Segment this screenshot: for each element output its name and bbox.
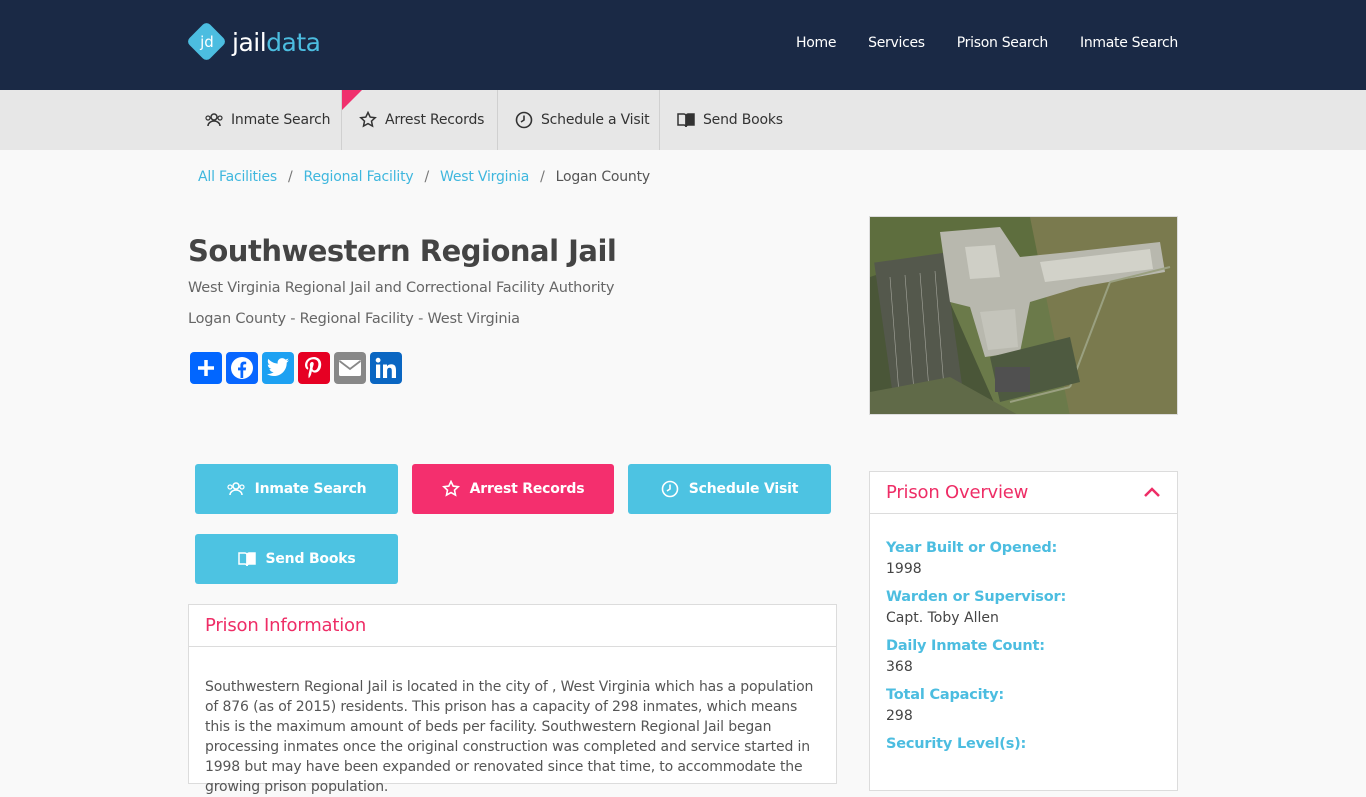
prison-overview-fields: Year Built or Opened: 1998 Warden or Sup… (870, 514, 1177, 752)
logo-badge-text: jd (200, 33, 214, 51)
breadcrumb-divider: / (424, 169, 430, 185)
inmate-search-button-label: Inmate Search (254, 481, 367, 497)
breadcrumb-all-facilities[interactable]: All Facilities (198, 169, 277, 185)
facility-authority: West Virginia Regional Jail and Correcti… (188, 280, 615, 296)
star-icon (441, 480, 460, 497)
breadcrumb-current: Logan County (555, 169, 651, 185)
divider (659, 90, 660, 150)
pinterest-icon[interactable] (298, 352, 330, 384)
schedule-visit-button-label: Schedule Visit (688, 481, 799, 497)
breadcrumb-regional-facility[interactable]: Regional Facility (304, 169, 414, 185)
subnav-inmate-search[interactable]: Inmate Search (205, 90, 330, 150)
field-label-warden: Warden or Supervisor: (886, 589, 1067, 605)
logo-text-jail: jail (232, 27, 267, 57)
book-icon (237, 552, 256, 567)
subnav-inmate-search-label: Inmate Search (231, 112, 331, 128)
page-title: Southwestern Regional Jail (188, 234, 617, 268)
field-label-daily-inmate-count: Daily Inmate Count: (886, 638, 1045, 654)
clock-icon (515, 111, 533, 129)
arrest-records-button-label: Arrest Records (469, 481, 585, 497)
field-value-warden: Capt. Toby Allen (886, 610, 999, 626)
facebook-icon[interactable] (226, 352, 258, 384)
subnav-send-books-label: Send Books (703, 112, 783, 128)
breadcrumb-divider: / (288, 169, 293, 185)
nav-services[interactable]: Services (868, 35, 925, 51)
divider (497, 90, 498, 150)
subnav-schedule-visit-label: Schedule a Visit (541, 112, 650, 128)
share-plus-icon[interactable] (190, 352, 222, 384)
field-label-security-level: Security Level(s): (886, 736, 1027, 752)
book-icon (677, 113, 695, 128)
ribbon-tag (342, 90, 362, 110)
chevron-up-icon[interactable] (1143, 485, 1161, 499)
send-books-button-label: Send Books (265, 551, 356, 567)
main-nav: Home Services Prison Search Inmate Searc… (764, 35, 1178, 51)
prison-information-panel: Prison Information Southwestern Regional… (188, 604, 837, 795)
schedule-visit-button[interactable]: Schedule Visit (628, 464, 831, 514)
send-books-button[interactable]: Send Books (195, 534, 398, 584)
prison-overview-header[interactable]: Prison Overview (870, 472, 1177, 514)
secondary-nav: Inmate Search Arrest Records Schedule a … (0, 90, 1366, 150)
logo-badge-icon: jd (185, 20, 228, 63)
subnav-arrest-records[interactable]: Arrest Records (359, 90, 484, 150)
star-icon (359, 111, 377, 128)
field-value-year-built: 1998 (886, 561, 922, 577)
breadcrumb-west-virginia[interactable]: West Virginia (440, 169, 529, 185)
email-icon[interactable] (334, 352, 366, 384)
field-label-total-capacity: Total Capacity: (886, 687, 1004, 703)
nav-prison-search[interactable]: Prison Search (957, 35, 1049, 51)
linkedin-icon[interactable] (370, 352, 402, 384)
nav-inmate-search[interactable]: Inmate Search (1080, 35, 1178, 51)
field-label-year-built: Year Built or Opened: (886, 540, 1058, 556)
arrest-records-button[interactable]: Arrest Records (412, 464, 614, 514)
logo-text-data: data (266, 27, 321, 57)
subnav-send-books[interactable]: Send Books (677, 90, 783, 150)
people-icon (205, 113, 223, 127)
twitter-icon[interactable] (262, 352, 294, 384)
facility-photo (869, 216, 1178, 415)
breadcrumb-divider: / (540, 169, 545, 185)
people-icon (226, 482, 245, 496)
prison-information-heading: Prison Information (189, 605, 836, 647)
field-value-total-capacity: 298 (886, 708, 913, 724)
logo-text: jaildata (232, 27, 321, 57)
prison-information-text: Southwestern Regional Jail is located in… (205, 679, 814, 795)
clock-icon (661, 480, 679, 498)
prison-overview-panel: Prison Overview Year Built or Opened: 19… (869, 471, 1178, 791)
subnav-arrest-records-label: Arrest Records (385, 112, 485, 128)
prison-overview-heading: Prison Overview (886, 482, 1029, 503)
top-header: jd jaildata Home Services Prison Search … (0, 0, 1366, 90)
facility-location-line: Logan County - Regional Facility - West … (188, 311, 520, 327)
field-value-daily-inmate-count: 368 (886, 659, 913, 675)
subnav-schedule-visit[interactable]: Schedule a Visit (515, 90, 650, 150)
inmate-search-button[interactable]: Inmate Search (195, 464, 398, 514)
logo[interactable]: jd jaildata (185, 20, 321, 63)
nav-home[interactable]: Home (796, 35, 836, 51)
share-bar (190, 352, 402, 384)
breadcrumb: All Facilities / Regional Facility / Wes… (198, 169, 650, 185)
